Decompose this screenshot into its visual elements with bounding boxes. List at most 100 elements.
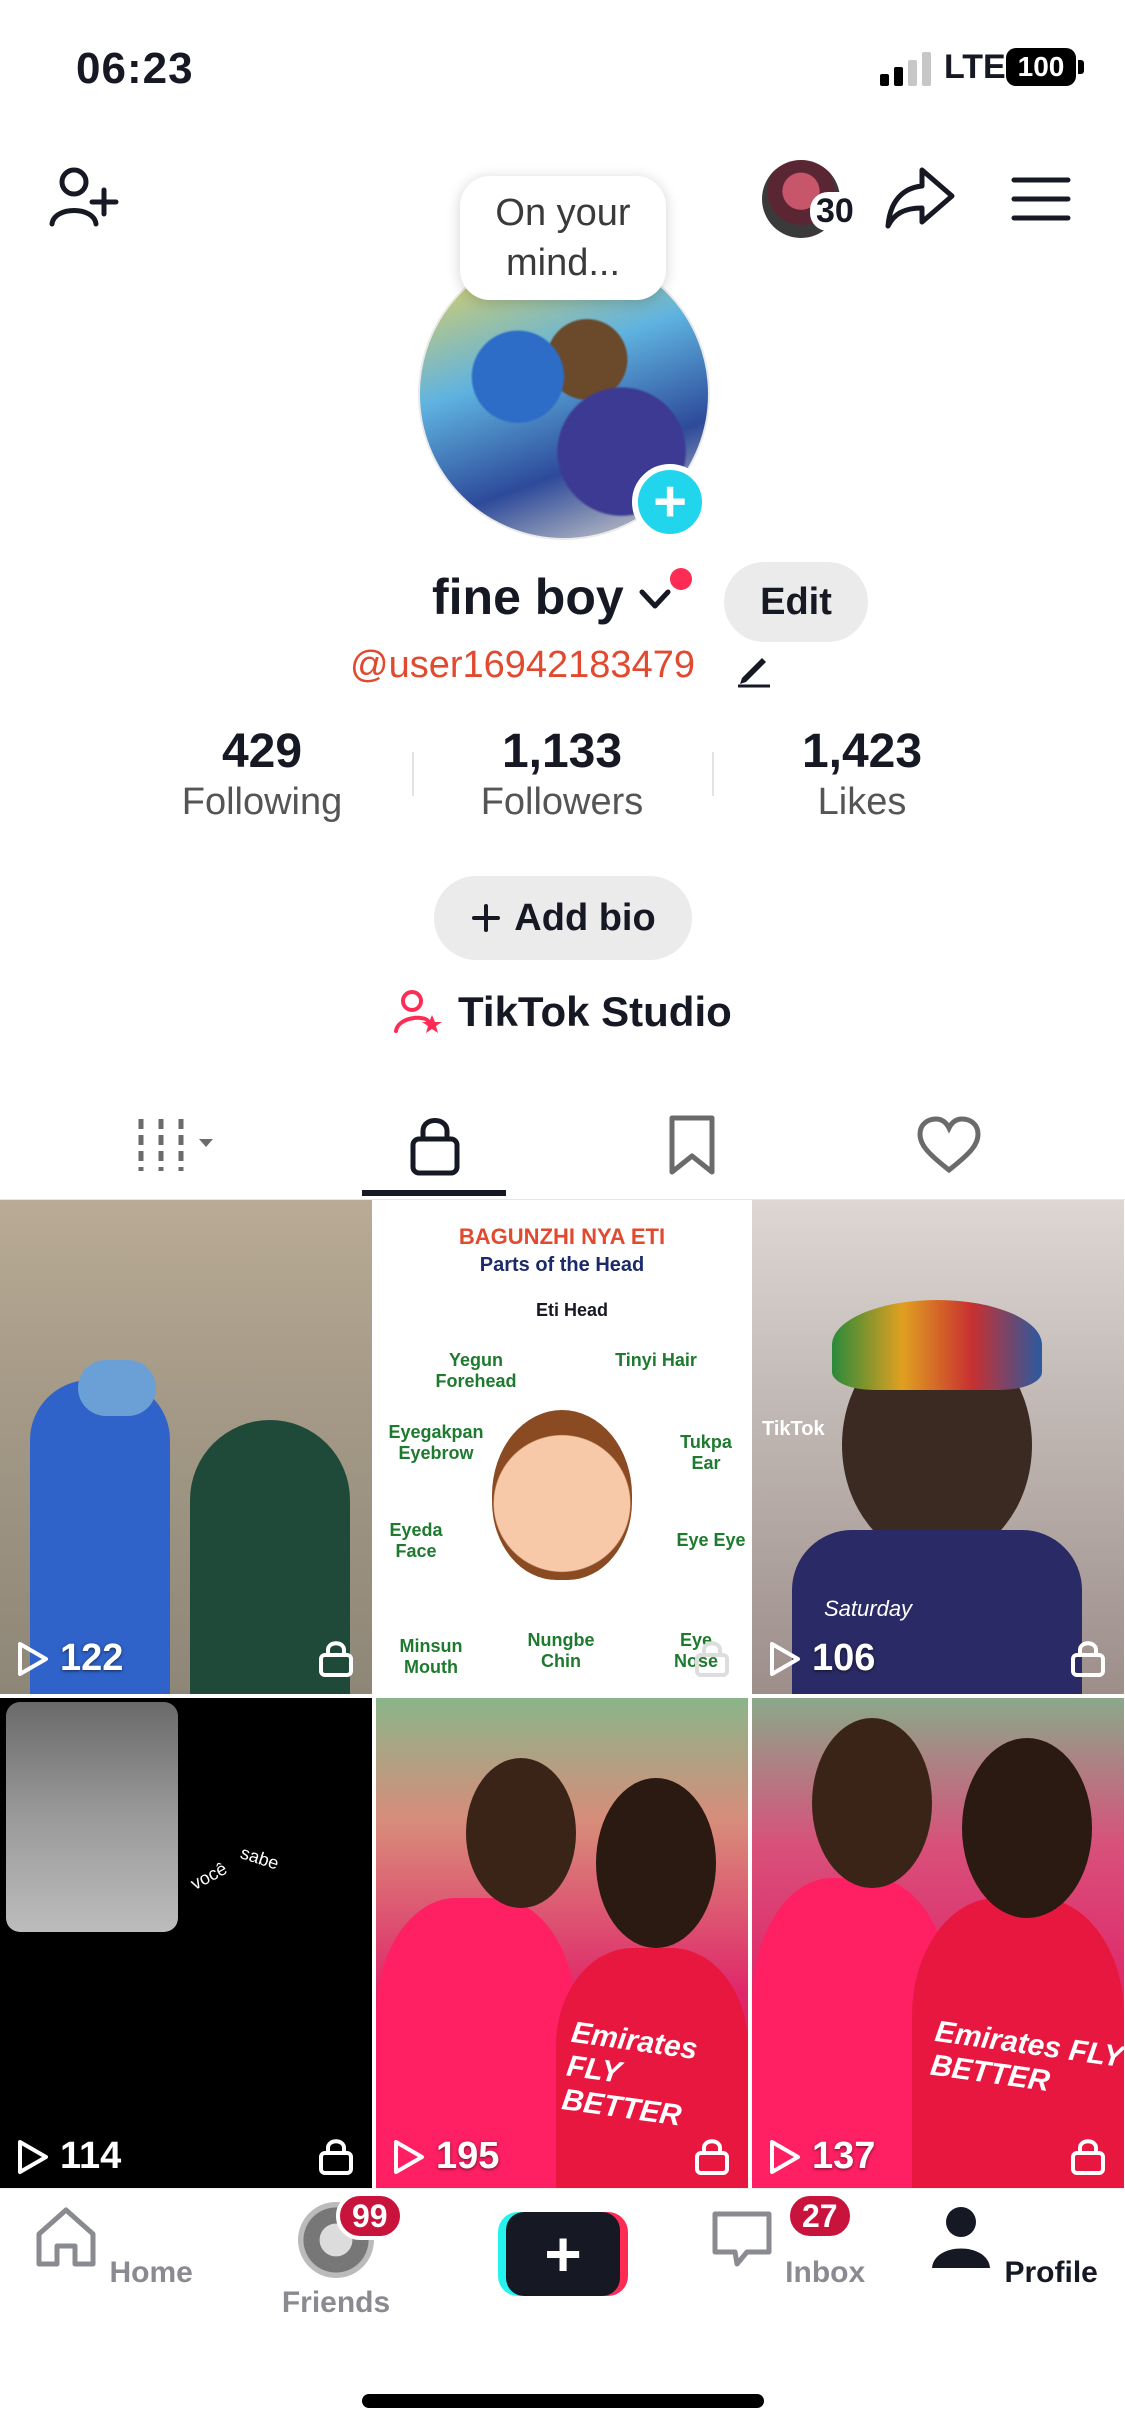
- add-story-icon[interactable]: +: [632, 464, 708, 540]
- view-count: 114: [16, 2135, 121, 2178]
- status-bar: 06:23 LTE 100: [0, 0, 1125, 140]
- video-thumbnail[interactable]: BAGUNZHI NYA ETI Parts of the Head Eti H…: [376, 1200, 748, 1694]
- add-bio-label: Add bio: [514, 896, 656, 939]
- view-count: 122: [16, 1637, 123, 1680]
- stat-value: 429: [221, 725, 303, 778]
- nav-home[interactable]: Home: [12, 2202, 212, 2290]
- view-count-value: 114: [60, 2135, 122, 2177]
- view-count: 137: [768, 2135, 875, 2178]
- play-icon: [18, 1641, 48, 1676]
- plus-icon: [472, 904, 501, 932]
- add-bio-button[interactable]: Add bio: [434, 876, 692, 960]
- inbox-icon: [712, 2211, 772, 2267]
- nav-profile-label: Profile: [1004, 2256, 1098, 2289]
- lock-icon: [319, 1641, 353, 1677]
- diagram-label: Eti Head: [536, 1300, 609, 1320]
- stat-likes[interactable]: 1,423 Likes: [742, 724, 982, 824]
- add-friend-icon[interactable]: [46, 160, 122, 236]
- network-label: LTE: [944, 48, 1006, 86]
- diagram-label: Minsun Mouth: [399, 1636, 463, 1677]
- studio-label: TikTok Studio: [458, 988, 732, 1035]
- nav-inbox-label: Inbox: [785, 2256, 866, 2289]
- battery-icon: 100: [1006, 48, 1076, 86]
- stat-label: Followers: [480, 781, 644, 823]
- video-thumbnail[interactable]: Emirates FLY BETTER 195: [376, 1698, 748, 2192]
- divider: [412, 752, 414, 796]
- thumbnail-title: BAGUNZHI NYA ETI: [458, 1224, 666, 1249]
- lock-icon: [1071, 2139, 1105, 2175]
- video-inset: [6, 1702, 178, 1932]
- face-illustration: [492, 1410, 632, 1580]
- heart-icon: [916, 1116, 981, 1174]
- play-icon: [18, 2139, 48, 2174]
- tab-videos[interactable]: [40, 1090, 321, 1200]
- signal-icon: [880, 52, 931, 86]
- overlay-text: você: [187, 1858, 231, 1894]
- play-icon: [394, 2139, 424, 2174]
- diagram-label: Eyegakpan Eyebrow: [388, 1422, 484, 1463]
- play-icon: [770, 2139, 800, 2174]
- video-thumbnail[interactable]: TikTok Saturday 106: [752, 1200, 1124, 1694]
- bookmark-icon: [669, 1115, 714, 1175]
- view-count: 106: [768, 1637, 875, 1680]
- tab-underline: [362, 1190, 506, 1196]
- nav-profile[interactable]: Profile: [912, 2202, 1112, 2290]
- username[interactable]: @user16942183479: [350, 644, 695, 687]
- view-count-value: 106: [812, 1637, 876, 1679]
- battery-tip: [1078, 60, 1084, 74]
- view-count-value: 195: [436, 2135, 500, 2177]
- stat-label: Likes: [817, 781, 907, 823]
- home-indicator[interactable]: [362, 2394, 764, 2408]
- share-icon[interactable]: [882, 160, 958, 236]
- menu-icon[interactable]: [1008, 166, 1074, 232]
- diagram-label: Eyeda Face: [389, 1520, 443, 1561]
- thumbnail-subtitle: Parts of the Head: [479, 1254, 645, 1276]
- stat-following[interactable]: 429 Following: [142, 724, 382, 824]
- tiktok-watermark: TikTok: [762, 1418, 825, 1440]
- notification-dot: [670, 568, 692, 590]
- play-icon: [770, 1641, 800, 1676]
- lock-icon: [695, 1641, 729, 1677]
- view-count-value: 122: [60, 1637, 124, 1679]
- video-grid: 122 BAGUNZHI NYA ETI Parts of the Head E…: [0, 1200, 1125, 2192]
- studio-icon: [394, 990, 442, 1033]
- display-name[interactable]: fine boy: [432, 568, 624, 626]
- tab-private[interactable]: [294, 1090, 575, 1200]
- diagram-label: Yegun Forehead: [435, 1350, 517, 1391]
- diagram-label: Tinyi Hair: [615, 1350, 697, 1370]
- stat-followers[interactable]: 1,133 Followers: [442, 724, 682, 824]
- video-caption: Saturday: [824, 1596, 913, 1621]
- edit-button[interactable]: Edit: [724, 562, 868, 642]
- diagram-label: Eye Eye: [676, 1530, 746, 1550]
- pencil-icon[interactable]: [734, 648, 774, 688]
- video-thumbnail[interactable]: 122: [0, 1200, 372, 1694]
- videos-grid-icon: [138, 1119, 213, 1171]
- diagram-label: Nungbe Chin: [527, 1630, 595, 1671]
- lock-icon: [319, 2139, 353, 2175]
- lock-icon: [695, 2139, 729, 2175]
- view-count: 195: [392, 2135, 499, 2178]
- nav-friends-label: Friends: [281, 2286, 391, 2319]
- nav-home-label: Home: [109, 2256, 193, 2289]
- view-count-value: 137: [812, 2135, 876, 2177]
- video-thumbnail[interactable]: Emirates FLY BETTER 137: [752, 1698, 1124, 2192]
- lock-icon: [1071, 1641, 1105, 1677]
- create-button[interactable]: +: [498, 2212, 628, 2296]
- stat-value: 1,133: [501, 725, 623, 778]
- profile-icon: [932, 2207, 991, 2268]
- tab-favorites[interactable]: [551, 1090, 832, 1200]
- tiktok-studio-link[interactable]: TikTok Studio: [394, 982, 732, 1042]
- video-thumbnail[interactable]: você sabe 114: [0, 1698, 372, 2192]
- tab-liked[interactable]: [808, 1090, 1089, 1200]
- chevron-down-icon[interactable]: [636, 584, 674, 614]
- mind-bubble[interactable]: On your mind...: [460, 176, 666, 300]
- divider: [712, 752, 714, 796]
- inbox-badge: 27: [786, 2192, 854, 2240]
- home-icon: [36, 2207, 96, 2267]
- friends-badge: 99: [336, 2192, 404, 2240]
- stat-label: Following: [181, 781, 343, 823]
- diagram-label: Tukpa Ear: [680, 1432, 732, 1473]
- stat-value: 1,423: [801, 725, 923, 778]
- profile-tabs: [0, 1090, 1125, 1200]
- plus-icon: +: [506, 2212, 620, 2296]
